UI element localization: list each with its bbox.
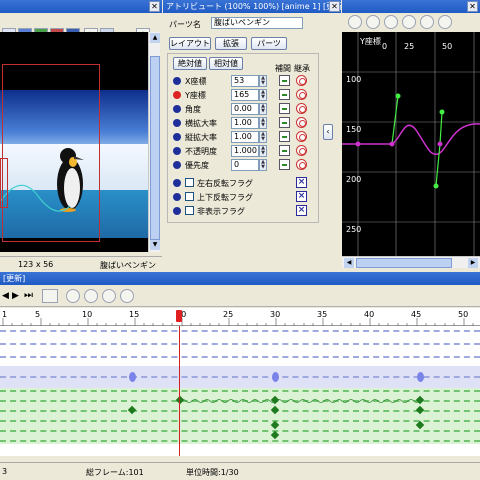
part-name-field[interactable]: 腹ばいペンギン bbox=[211, 17, 303, 29]
ruler-ticks bbox=[2, 318, 474, 326]
preview-close-button[interactable]: ✕ bbox=[149, 1, 160, 12]
tab-extend[interactable]: 拡張 bbox=[215, 37, 247, 50]
play-icon[interactable]: ▶ bbox=[12, 291, 19, 301]
playhead-marker[interactable] bbox=[176, 310, 182, 322]
graph-scroll-left-icon[interactable]: ◀ bbox=[344, 258, 354, 268]
graph-zoom-out-icon[interactable] bbox=[366, 15, 380, 29]
next-frame-icon[interactable]: ⏭ bbox=[24, 290, 33, 301]
graph-keyframe-1 bbox=[389, 141, 395, 147]
scroll-up-icon[interactable]: ▲ bbox=[150, 33, 160, 43]
graph-xtick-0: 0 bbox=[382, 42, 388, 51]
graph-svg bbox=[342, 32, 480, 256]
graph-ytick-0: 100 bbox=[346, 75, 362, 84]
timeline-titlebar: [更新] bbox=[0, 272, 480, 285]
preview-status: 123 x 56 腹ばいペンギン bbox=[0, 256, 162, 270]
status-total-frames: 総フレーム:101 bbox=[86, 468, 144, 477]
graph-zoom-in-icon[interactable] bbox=[348, 15, 362, 29]
graph-keyframe-2 bbox=[395, 93, 401, 99]
attribute-close-button[interactable]: ✕ bbox=[329, 1, 340, 12]
zoom-b-icon[interactable] bbox=[84, 289, 98, 303]
keyframe-blue-0[interactable] bbox=[129, 372, 136, 382]
graph-ytick-2: 200 bbox=[346, 175, 362, 184]
graph-titlebar bbox=[342, 0, 480, 13]
zoom-c-icon[interactable] bbox=[102, 289, 116, 303]
graph-zoom-y-icon[interactable] bbox=[402, 15, 416, 29]
graph-toolbar bbox=[342, 13, 480, 31]
tab-parts[interactable]: パーツ bbox=[251, 37, 287, 50]
preview-size: 123 x 56 bbox=[18, 260, 54, 269]
keyframe-blue-1[interactable] bbox=[272, 372, 279, 382]
graph-xtick-2: 50 bbox=[442, 42, 453, 51]
timeline-ruler[interactable]: 1 5 10 15 20 25 30 35 40 45 50 bbox=[0, 308, 480, 326]
playhead-line bbox=[179, 326, 180, 456]
status-frame: 3 bbox=[2, 467, 8, 476]
graph-keyframe-3 bbox=[437, 141, 443, 147]
graph-reset-icon[interactable] bbox=[438, 15, 452, 29]
graph-fit-icon[interactable] bbox=[420, 15, 434, 29]
attribute-titlebar: アトリビュート (100% 100%) [anime 1] [更新] bbox=[163, 0, 341, 13]
graph-ytick-3: 250 bbox=[346, 225, 362, 234]
preview-titlebar bbox=[0, 0, 162, 13]
timeline-toolbar: ◀ ▶ ⏭ bbox=[0, 285, 480, 307]
loop-icon[interactable] bbox=[42, 289, 58, 303]
track-row-vscale[interactable] bbox=[0, 376, 480, 385]
track-row-hidden[interactable] bbox=[0, 430, 480, 439]
graph-canvas[interactable]: Y座標 0 25 50 100 150 200 250 bbox=[342, 32, 480, 256]
track-row-x[interactable] bbox=[0, 330, 480, 339]
graph-keyframe-0 bbox=[355, 141, 361, 147]
graph-hscroll[interactable]: ◀ ▶ bbox=[342, 256, 480, 268]
preview-toolbar: ∿ ⌖ bbox=[0, 13, 162, 42]
timeline-tracks[interactable] bbox=[0, 326, 480, 456]
track-wave bbox=[180, 399, 420, 403]
part-name-label: パーツ名 bbox=[169, 20, 201, 29]
graph-keyframe-4 bbox=[439, 109, 445, 115]
zoom-d-icon[interactable] bbox=[120, 289, 134, 303]
status-unit-time: 単位時間:1/30 bbox=[186, 468, 239, 477]
timeline-title: [更新] bbox=[3, 274, 26, 283]
graph-curve bbox=[342, 123, 480, 156]
collapse-graph-button[interactable]: ‹ bbox=[323, 124, 333, 140]
track-row-y[interactable] bbox=[0, 343, 480, 352]
track-row-hflip[interactable] bbox=[0, 410, 480, 419]
attribute-panel: パーツ名 腹ばいペンギン レイアウト 拡張 パーツ 絶対値 相対値 補間 継承 … bbox=[163, 13, 341, 270]
preview-canvas[interactable] bbox=[0, 32, 148, 252]
keyframe-blue-2[interactable] bbox=[417, 372, 424, 382]
status-bar: 3 総フレーム:101 単位時間:1/30 bbox=[0, 462, 480, 480]
graph-xtick-1: 25 bbox=[404, 42, 415, 51]
graph-scroll-thumb[interactable] bbox=[356, 258, 452, 268]
track-row-angle[interactable] bbox=[0, 356, 480, 365]
graph-keyframe-5 bbox=[433, 183, 439, 189]
track-row-extra[interactable] bbox=[0, 440, 480, 449]
graph-scroll-right-icon[interactable]: ▶ bbox=[468, 258, 478, 268]
selection-frame bbox=[2, 64, 100, 242]
tab-layout[interactable]: レイアウト bbox=[169, 37, 211, 50]
graph-ytick-1: 150 bbox=[346, 125, 362, 134]
graph-zoom-x-icon[interactable] bbox=[384, 15, 398, 29]
scroll-thumb[interactable] bbox=[150, 56, 160, 240]
graph-close-button[interactable]: ✕ bbox=[467, 1, 478, 12]
track-row-vflip[interactable] bbox=[0, 420, 480, 429]
preview-vscroll[interactable]: ▲ ▼ bbox=[148, 32, 160, 252]
scroll-down-icon[interactable]: ▼ bbox=[150, 240, 160, 250]
preview-part-name: 腹ばいペンギン bbox=[100, 261, 156, 270]
graph-axis-label: Y座標 bbox=[360, 37, 381, 46]
graph-tangent-2 bbox=[435, 111, 443, 187]
group-frame bbox=[167, 53, 319, 223]
play-back-icon[interactable]: ◀ bbox=[2, 291, 9, 301]
selection-handle[interactable] bbox=[0, 158, 8, 208]
zoom-a-icon[interactable] bbox=[66, 289, 80, 303]
attribute-title: アトリビュート (100% 100%) [anime 1] [更新] bbox=[166, 2, 341, 11]
